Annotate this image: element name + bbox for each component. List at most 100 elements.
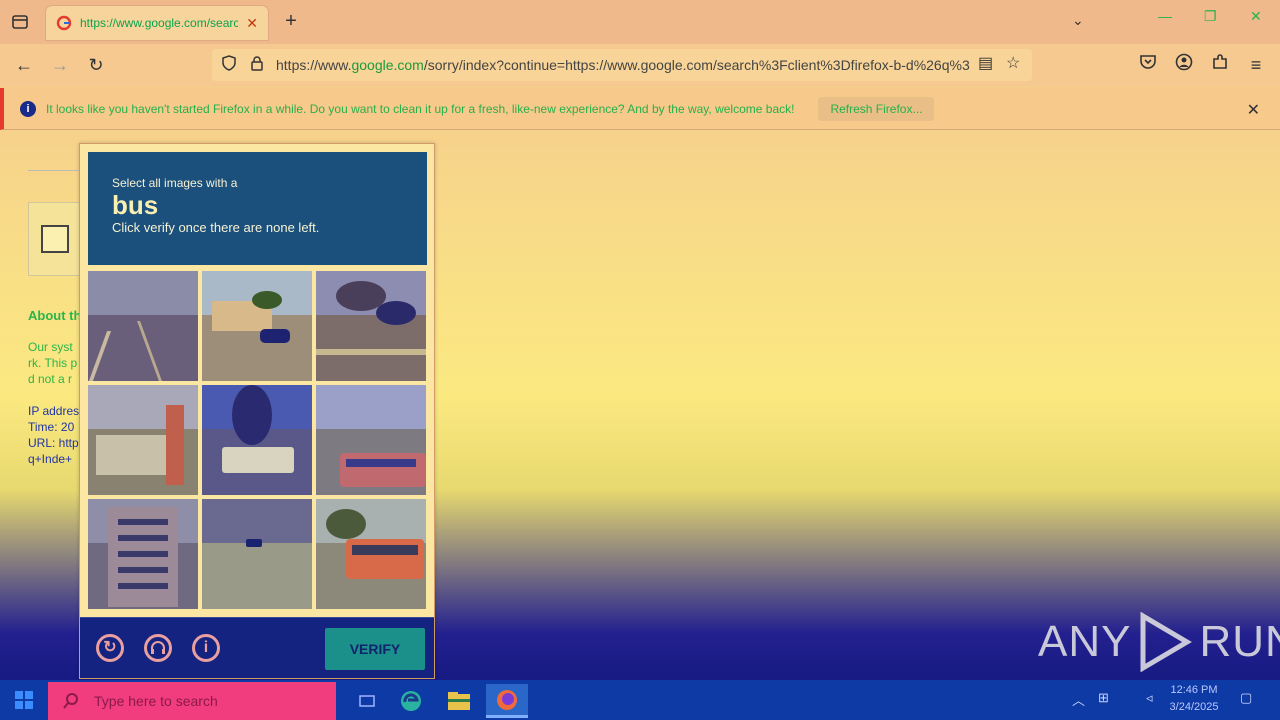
new-tab-button[interactable]: + [280, 11, 302, 33]
tree-shape [252, 291, 282, 309]
info-help-icon[interactable]: i [192, 634, 220, 662]
firefox-view-button[interactable] [0, 0, 40, 44]
notification-message: It looks like you haven't started Firefo… [46, 101, 795, 116]
address-bar[interactable]: https://www.google.com/sorry/index?conti… [212, 49, 1032, 81]
search-icon [63, 693, 78, 709]
verify-button[interactable]: VERIFY [325, 628, 425, 670]
file-explorer-icon[interactable] [438, 684, 480, 718]
minimize-button[interactable]: — [1158, 8, 1172, 24]
house-shape [96, 435, 166, 475]
reader-view-icon[interactable]: ▤ [978, 53, 993, 73]
play-logo-icon [1140, 612, 1193, 672]
network-icon[interactable]: ⊞ [1098, 690, 1109, 706]
refresh-firefox-button[interactable]: Refresh Firefox... [818, 96, 935, 121]
search-placeholder: Type here to search [94, 693, 218, 709]
task-view-icon[interactable] [346, 684, 388, 718]
tab-google-sorry[interactable]: https://www.google.com/searc ✕ [46, 6, 268, 40]
menu-hamburger-icon[interactable]: ≡ [1244, 53, 1268, 77]
tile-sky [202, 499, 312, 543]
captcha-tile-street-car[interactable] [202, 499, 312, 609]
list-all-tabs-icon[interactable]: ⌄ [1072, 12, 1084, 29]
recaptcha-challenge: Select all images with a bus Click verif… [79, 143, 435, 679]
google-favicon-icon [56, 15, 72, 31]
url-domain: google.com [351, 57, 424, 73]
bus-windows [352, 545, 418, 555]
url-path: /sorry/index?continue=https://www.google… [423, 57, 970, 73]
captcha-tile-yellow-bus[interactable] [316, 499, 426, 609]
forward-arrow-icon[interactable]: → [48, 53, 72, 77]
maximize-button[interactable]: ❐ [1204, 8, 1217, 25]
bookmark-star-icon[interactable]: ☆ [1006, 53, 1020, 73]
tile-sky [88, 271, 198, 315]
account-icon[interactable] [1172, 53, 1196, 77]
recaptcha-checkbox[interactable] [41, 225, 69, 253]
audio-challenge-icon[interactable] [144, 634, 172, 662]
tile-sky [316, 385, 426, 429]
taskbar-search-box[interactable]: Type here to search [48, 682, 336, 720]
tile-ground [202, 543, 312, 609]
challenge-header: Select all images with a bus Click verif… [88, 152, 427, 265]
pocket-icon[interactable] [1136, 53, 1160, 77]
watermark-text-left: ANY [1038, 617, 1132, 666]
instruction-target: bus [112, 190, 159, 220]
show-hidden-icons-icon[interactable]: ︿ [1072, 690, 1085, 709]
clock-date: 3/24/2025 [1169, 701, 1219, 713]
car-shape [260, 329, 290, 343]
windows-start-icon[interactable] [14, 690, 34, 710]
back-arrow-icon[interactable]: ← [12, 53, 36, 77]
url-text[interactable]: https://www.google.com/sorry/index?conti… [276, 57, 976, 73]
bus-windows [346, 459, 416, 467]
firefox-view-icon [12, 15, 28, 29]
tab-title: https://www.google.com/searc [80, 16, 239, 30]
refresh-firefox-notification: i It looks like you haven't started Fire… [0, 88, 1280, 130]
info-icon: i [20, 100, 36, 117]
system-clock[interactable]: 12:46 PM 3/24/2025 [1164, 682, 1224, 716]
watermark-text-right: RUN [1199, 617, 1280, 666]
page-text-line: Our syst [28, 340, 73, 354]
image-grid [88, 271, 427, 610]
notifications-icon[interactable]: ▢ [1240, 690, 1252, 706]
taskbar: Type here to search ︿ ⊞ ◃ 12:46 PM 3/24/… [0, 680, 1280, 720]
page-info-line: URL: http [28, 436, 79, 450]
navigation-bar: ← → ↻ https://www.google.com/sorry/index… [0, 44, 1280, 86]
tree-shape [326, 509, 366, 539]
captcha-tile-bus-tree[interactable] [202, 385, 312, 495]
sidewalk [316, 349, 426, 355]
captcha-tile-palm-trees[interactable] [316, 271, 426, 381]
page-info-line: IP addres [28, 404, 80, 418]
volume-icon[interactable]: ◃ [1146, 690, 1153, 706]
chimney-shape [166, 405, 184, 485]
notification-close-icon[interactable]: ✕ [1247, 100, 1260, 120]
edge-browser-icon[interactable] [390, 684, 432, 718]
url-prefix: https://www. [276, 57, 352, 73]
page-text-line: rk. This p [28, 356, 78, 370]
about-heading: About th [28, 308, 82, 323]
extensions-icon[interactable] [1208, 53, 1232, 77]
clock-time: 12:46 PM [1170, 684, 1218, 696]
car-shape [246, 539, 262, 547]
shield-icon[interactable] [220, 54, 238, 76]
captcha-tile-school-bus[interactable] [316, 385, 426, 495]
lock-icon[interactable] [248, 55, 266, 76]
page-text-line: d not a r [28, 372, 73, 386]
bus-shape [222, 447, 294, 473]
captcha-tile-apartment[interactable] [88, 499, 198, 609]
tile-ground [316, 315, 426, 381]
reload-icon[interactable]: ↻ [84, 53, 108, 77]
tree-shape [232, 385, 272, 445]
firefox-taskbar-icon[interactable] [486, 684, 528, 718]
captcha-tile-house-car[interactable] [202, 271, 312, 381]
instruction-prefix: Select all images with a [112, 176, 238, 190]
page-info-line: q+Inde+ [28, 452, 73, 466]
title-bar: https://www.google.com/searc ✕ + ⌄ — ❐ ✕ [0, 0, 1280, 44]
building-windows [118, 519, 168, 589]
close-window-button[interactable]: ✕ [1250, 8, 1262, 25]
tab-close-icon[interactable]: ✕ [246, 15, 258, 32]
captcha-tile-chimney-house[interactable] [88, 385, 198, 495]
tree-shape [376, 301, 416, 325]
anyrun-watermark: ANY RUN [1038, 612, 1280, 672]
reload-challenge-icon[interactable]: ↻ [96, 634, 124, 662]
challenge-footer: ↻ i VERIFY [80, 617, 434, 678]
captcha-tile-road[interactable] [88, 271, 198, 381]
instruction-suffix: Click verify once there are none left. [112, 220, 320, 235]
